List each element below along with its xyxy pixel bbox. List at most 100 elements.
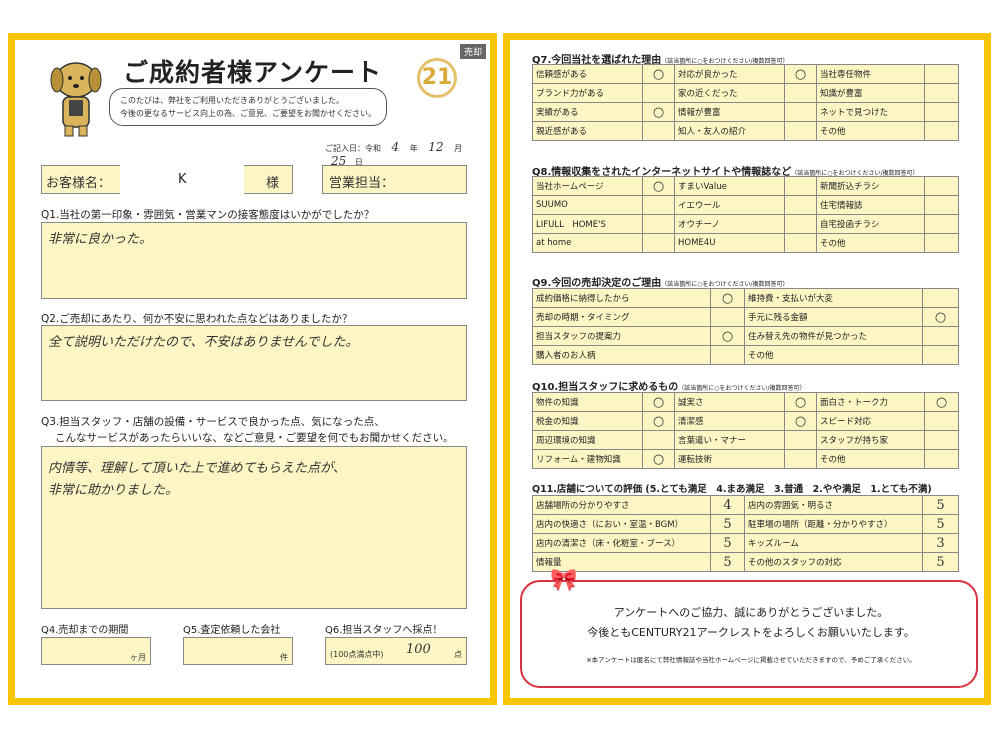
- q8-mark-cell[interactable]: [784, 176, 817, 196]
- q9-mark-cell[interactable]: [710, 307, 745, 327]
- q8-mark-cell[interactable]: [784, 214, 817, 234]
- q10-item-cell: 言葉遣い・マナー: [674, 430, 785, 450]
- q11-item-cell: 店内の清潔さ（床・化粧室・ブース）: [532, 533, 711, 553]
- q8-item-cell: LIFULL HOME'S: [532, 214, 643, 234]
- q8-mark-cell[interactable]: [642, 233, 675, 253]
- q7-mark-cell[interactable]: [924, 102, 959, 122]
- q7-table: 信頼感がある ○ 対応が良かった ○ 当社専任物件 ブランド力がある 家の近くだった 知識が豊…: [532, 64, 959, 141]
- q7-mark-cell[interactable]: ○: [784, 64, 817, 84]
- q10-mark-cell[interactable]: [924, 430, 959, 450]
- q4-field[interactable]: ヶ月: [41, 637, 151, 665]
- q10-mark-cell[interactable]: [642, 430, 675, 450]
- q8-item-cell: すまいValue: [674, 176, 785, 196]
- q9-mark-cell[interactable]: ○: [710, 288, 745, 308]
- q7-mark-cell[interactable]: ○: [642, 64, 675, 84]
- q7-item-cell: 対応が良かった: [674, 64, 785, 84]
- q7-mark-cell[interactable]: [642, 83, 675, 103]
- q10-item-cell: 運転技術: [674, 449, 785, 469]
- q7-mark-cell[interactable]: [924, 83, 959, 103]
- q9-mark-cell[interactable]: [922, 288, 959, 308]
- q3-answer-box[interactable]: 内情等、理解して頂いた上で進めてもらえた点が、 非常に助かりました。: [41, 446, 467, 609]
- q10-mark-cell[interactable]: ○: [784, 392, 817, 412]
- greeting-line-2: 今後の更なるサービス向上の為、ご意見、ご要望をお聞かせください。: [120, 109, 376, 118]
- q8-mark-cell[interactable]: [784, 233, 817, 253]
- q11-title: Q11.店舗についての評価 (5.とても満足 4.まあ満足 3.普通 2.やや満…: [532, 484, 932, 495]
- q8-mark-cell[interactable]: [924, 214, 959, 234]
- q8-mark-cell[interactable]: [784, 195, 817, 215]
- q1-answer-box[interactable]: 非常に良かった。: [41, 222, 467, 299]
- dog-mascot-icon: [50, 62, 102, 137]
- greeting-line-1: このたびは、弊社をご利用いただきありがとうございました。: [120, 96, 344, 105]
- ribbon-bow-icon: 🎀: [550, 568, 578, 593]
- q10-mark-cell[interactable]: ○: [784, 411, 817, 431]
- q9-item-cell: 購入者のお人柄: [532, 345, 711, 365]
- table-row: 物件の知識 ○ 誠実さ ○ 面白さ・トーク力 ○: [532, 392, 959, 412]
- q11-mark-cell[interactable]: 5: [710, 552, 745, 572]
- q10-mark-cell[interactable]: ○: [642, 449, 675, 469]
- q8-mark-cell[interactable]: [924, 195, 959, 215]
- q9-table: 成約価格に納得したから ○ 維持費・支払いが大変 売却の時期・タイミング 手元に残る金額…: [532, 288, 959, 365]
- sales-staff-field[interactable]: 営業担当：: [322, 165, 467, 194]
- thanks-line-2: 今後ともCENTURY21アークレストをよろしくお願いいたします。: [587, 626, 915, 639]
- q8-mark-cell[interactable]: [642, 195, 675, 215]
- q8-mark-cell[interactable]: ○: [642, 176, 675, 196]
- q10-mark-cell[interactable]: [784, 449, 817, 469]
- q7-mark-cell[interactable]: [784, 121, 817, 141]
- q10-mark-cell[interactable]: ○: [924, 392, 959, 412]
- q3-answer-1: 内情等、理解して頂いた上で進めてもらえた点が、: [48, 461, 346, 476]
- q8-item-cell: at home: [532, 233, 643, 253]
- q5-field[interactable]: 件: [183, 637, 293, 665]
- q7-mark-cell[interactable]: [924, 64, 959, 84]
- q9-mark-cell[interactable]: ○: [922, 307, 959, 327]
- q9-mark-cell[interactable]: [710, 345, 745, 365]
- q8-item-cell: その他: [816, 233, 925, 253]
- table-row: 担当スタッフの提案力 ○ 住み替え先の物件が見つかった: [532, 326, 959, 346]
- q7-item-cell: 家の近くだった: [674, 83, 785, 103]
- q10-item-cell: 税金の知識: [532, 411, 643, 431]
- customer-name-field[interactable]: お客様名： K 様: [41, 165, 293, 194]
- q8-item-cell: イエウール: [674, 195, 785, 215]
- q6-label: Q6.担当スタッフへ採点！: [325, 625, 443, 636]
- q11-mark-cell[interactable]: 5: [710, 514, 745, 534]
- q11-table: 店舗場所の分かりやすさ 4 店内の雰囲気・明るさ 5 店内の快適さ（におい・室温・BGM…: [532, 495, 959, 572]
- q8-mark-cell[interactable]: [924, 176, 959, 196]
- q11-mark-cell[interactable]: 5: [710, 533, 745, 553]
- q11-mark-cell[interactable]: 5: [922, 552, 959, 572]
- q9-mark-cell[interactable]: [922, 345, 959, 365]
- q11-mark-cell[interactable]: 5: [922, 495, 959, 515]
- q11-mark-cell[interactable]: 4: [710, 495, 745, 515]
- q5-unit: 件: [280, 653, 288, 662]
- q10-mark-cell[interactable]: ○: [642, 392, 675, 412]
- fill-date: ご記入日：令和 4 年 12 月 25 日: [325, 140, 490, 168]
- thanks-note: ※本アンケートは匿名にて弊社情報誌や当社ホームページに掲載させていただきますので…: [586, 656, 916, 664]
- q10-mark-cell[interactable]: [924, 411, 959, 431]
- q7-mark-cell[interactable]: [784, 83, 817, 103]
- q10-item-cell: 面白さ・トーク力: [816, 392, 925, 412]
- q6-field[interactable]: (100点満点中) 100 点: [325, 637, 467, 665]
- q7-mark-cell[interactable]: [784, 102, 817, 122]
- q7-mark-cell[interactable]: [642, 121, 675, 141]
- fill-date-label: ご記入日：令和: [325, 144, 381, 153]
- q6-prefix: (100点満点中): [330, 650, 384, 659]
- q10-mark-cell[interactable]: ○: [642, 411, 675, 431]
- q11-mark-cell[interactable]: 3: [922, 533, 959, 553]
- q7-item-cell: 信頼感がある: [532, 64, 643, 84]
- q7-item-cell: 親近感がある: [532, 121, 643, 141]
- q2-answer: 全て説明いただけたので、不安はありませんでした。: [48, 335, 359, 350]
- q7-mark-cell[interactable]: ○: [642, 102, 675, 122]
- q9-item-cell: 担当スタッフの提案力: [532, 326, 711, 346]
- q10-item-cell: リフォーム・建物知識: [532, 449, 643, 469]
- q8-mark-cell[interactable]: [924, 233, 959, 253]
- q10-mark-cell[interactable]: [924, 449, 959, 469]
- q9-mark-cell[interactable]: ○: [710, 326, 745, 346]
- q8-mark-cell[interactable]: [642, 214, 675, 234]
- q9-mark-cell[interactable]: [922, 326, 959, 346]
- table-row: 情報量 5 その他のスタッフの対応 5: [532, 552, 959, 572]
- q2-answer-box[interactable]: 全て説明いただけたので、不安はありませんでした。: [41, 325, 467, 401]
- q8-item-cell: HOME4U: [674, 233, 785, 253]
- q11-mark-cell[interactable]: 5: [922, 514, 959, 534]
- table-row: 店内の快適さ（におい・室温・BGM） 5 駐車場の場所（距離・分かりやすさ） 5: [532, 514, 959, 534]
- q10-mark-cell[interactable]: [784, 430, 817, 450]
- q7-item-cell: 実績がある: [532, 102, 643, 122]
- q7-mark-cell[interactable]: [924, 121, 959, 141]
